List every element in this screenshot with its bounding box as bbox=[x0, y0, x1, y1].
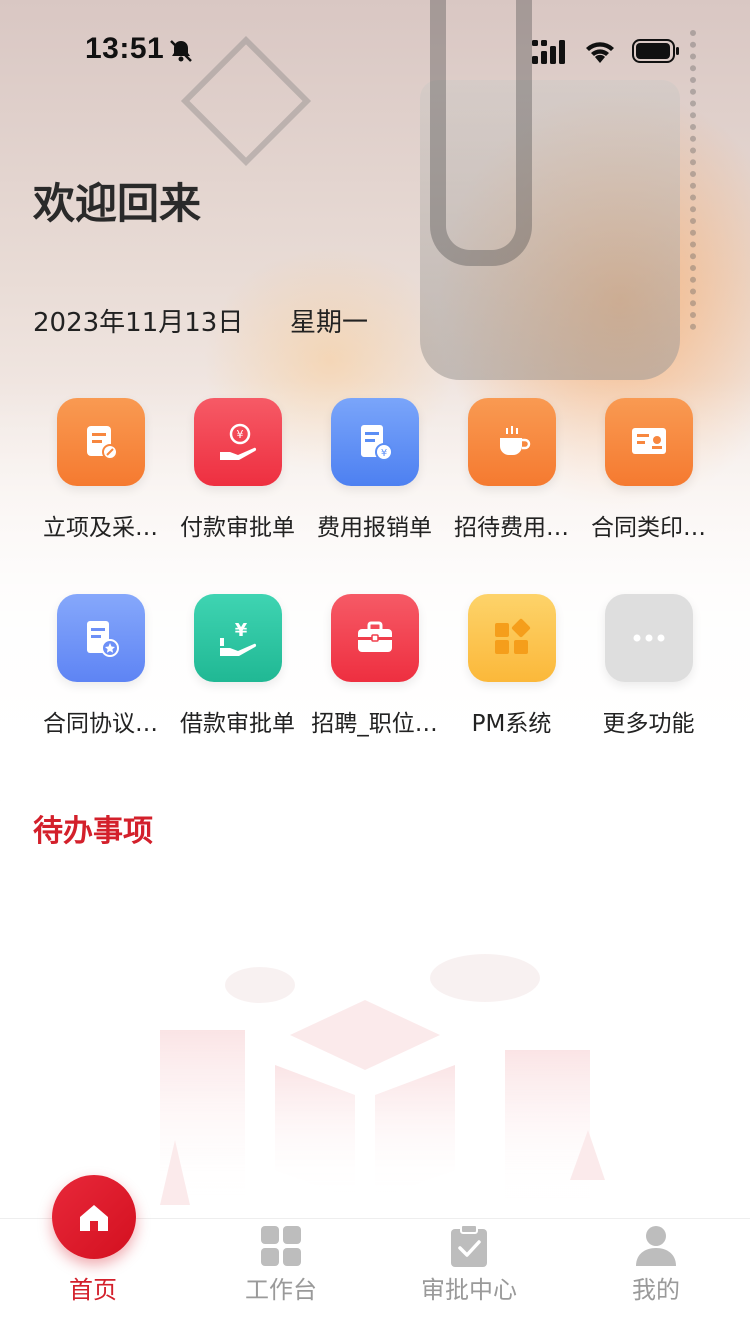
certificate-icon bbox=[604, 398, 693, 486]
function-label: 更多功能 bbox=[602, 711, 695, 737]
document-edit-icon bbox=[56, 398, 145, 486]
contract-star-icon bbox=[56, 594, 145, 682]
function-loan-approval[interactable]: ¥ 借款审批单 bbox=[169, 594, 306, 738]
battery-icon bbox=[632, 39, 679, 63]
function-label: 合同类印… bbox=[591, 515, 706, 541]
current-weekday: 星期一 bbox=[290, 308, 369, 338]
status-bar: 13:51 bbox=[0, 0, 750, 100]
todo-title: 待办事项 bbox=[33, 814, 153, 849]
empty-state-illustration bbox=[160, 954, 605, 1210]
receipt-yen-icon: ¥ bbox=[330, 398, 419, 486]
function-contract-seal[interactable]: 合同类印… bbox=[580, 398, 717, 542]
tab-label: 审批中心 bbox=[421, 1276, 517, 1304]
function-payment-approval[interactable]: ¥ 付款审批单 bbox=[169, 398, 306, 542]
function-contract-agreement[interactable]: 合同协议… bbox=[32, 594, 169, 738]
person-icon bbox=[636, 1226, 676, 1266]
tab-label: 我的 bbox=[632, 1276, 680, 1304]
function-label: 招待费用… bbox=[454, 515, 569, 541]
svg-text:¥: ¥ bbox=[234, 620, 247, 641]
tab-label: 首页 bbox=[69, 1276, 117, 1304]
hand-money-icon: ¥ bbox=[193, 398, 282, 486]
function-pm-system[interactable]: PM系统 bbox=[443, 594, 580, 738]
cup-icon bbox=[467, 398, 556, 486]
function-label: PM系统 bbox=[471, 711, 552, 737]
more-icon bbox=[604, 594, 693, 682]
grid-icon bbox=[261, 1226, 301, 1266]
function-label: 合同协议… bbox=[43, 711, 158, 737]
status-time: 13:51 bbox=[85, 32, 165, 65]
briefcase-icon bbox=[330, 594, 419, 682]
function-label: 立项及采… bbox=[43, 515, 158, 541]
apps-icon bbox=[467, 594, 556, 682]
function-label: 费用报销单 bbox=[317, 515, 432, 541]
function-entertainment-expense[interactable]: 招待费用… bbox=[443, 398, 580, 542]
function-expense-reimbursement[interactable]: ¥ 费用报销单 bbox=[306, 398, 443, 542]
function-label: 招聘_职位… bbox=[311, 711, 438, 737]
hand-yen-icon: ¥ bbox=[193, 594, 282, 682]
svg-text:¥: ¥ bbox=[236, 428, 243, 441]
tab-home-button[interactable] bbox=[52, 1175, 136, 1259]
clipboard-check-icon bbox=[451, 1224, 487, 1267]
tab-label: 工作台 bbox=[245, 1276, 317, 1304]
function-label: 借款审批单 bbox=[180, 711, 295, 737]
wifi-icon bbox=[586, 42, 614, 63]
function-project-procurement[interactable]: 立项及采… bbox=[32, 398, 169, 542]
home-icon bbox=[80, 1205, 108, 1231]
svg-text:¥: ¥ bbox=[380, 448, 386, 459]
function-label: 付款审批单 bbox=[180, 515, 295, 541]
cellular-signal-icon bbox=[532, 40, 565, 64]
bell-muted-icon bbox=[170, 40, 192, 62]
function-more[interactable]: 更多功能 bbox=[580, 594, 717, 738]
welcome-title: 欢迎回来 bbox=[33, 179, 202, 228]
current-date: 2023年11月13日 bbox=[33, 308, 244, 338]
function-recruitment-position[interactable]: 招聘_职位… bbox=[306, 594, 443, 738]
